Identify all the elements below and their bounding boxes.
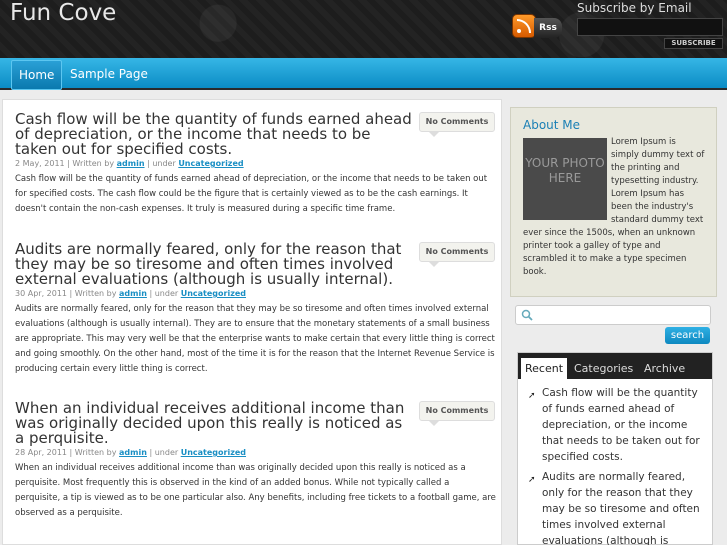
post-date: 28 Apr, 2011 (15, 448, 68, 457)
main-content: Cash flow will be the quantity of funds … (2, 99, 502, 545)
comments-badge[interactable]: No Comments (419, 401, 495, 426)
list-item[interactable]: ➚ Audits are normally feared, only for t… (526, 469, 708, 545)
rss-label: Rss (534, 18, 562, 38)
recent-post-link[interactable]: Audits are normally feared, only for the… (542, 471, 700, 545)
post-meta: 2 May, 2011 | Written by admin | under U… (15, 159, 244, 168)
about-title: About Me (523, 118, 581, 132)
category-link[interactable]: Uncategorized (181, 289, 246, 298)
main-nav: Home Sample Page (0, 58, 727, 90)
subscribe-button[interactable]: SUBSCRIBE (664, 38, 723, 49)
post-body: When an individual receives additional i… (15, 463, 496, 518)
post-title[interactable]: Audits are normally feared, only for the… (15, 242, 415, 287)
post-body: Cash flow will be the quantity of funds … (15, 174, 488, 214)
about-widget: About Me Lorem Ipsum is simply dummy tex… (510, 107, 717, 297)
post-date: 2 May, 2011 (15, 159, 65, 168)
tab-archive[interactable]: Archive (640, 358, 689, 379)
tab-categories[interactable]: Categories (570, 358, 637, 379)
subscribe-label: Subscribe by Email (577, 1, 692, 15)
post-date: 30 Apr, 2011 (15, 289, 68, 298)
post-title[interactable]: Cash flow will be the quantity of funds … (15, 112, 415, 157)
author-link[interactable]: admin (117, 159, 145, 168)
arrow-icon: ➚ (528, 475, 536, 485)
photo-placeholder: YOUR PHOTO HERE (523, 138, 607, 220)
author-link[interactable]: admin (119, 448, 147, 457)
nav-item-home[interactable]: Home (11, 60, 63, 90)
search-input[interactable] (515, 305, 711, 325)
written-by-label: Written by (74, 448, 117, 457)
tab-recent[interactable]: Recent (521, 358, 568, 379)
search-button[interactable]: search (665, 327, 710, 344)
post-meta: 28 Apr, 2011 | Written by admin | under … (15, 448, 247, 457)
post-title[interactable]: When an individual receives additional i… (15, 401, 415, 446)
arrow-icon: ➚ (528, 391, 536, 401)
email-field[interactable] (577, 18, 723, 36)
post-body: Audits are normally feared, only for the… (15, 304, 495, 374)
recent-post-link[interactable]: Cash flow will be the quantity of funds … (542, 387, 700, 463)
post: Audits are normally feared, only for the… (15, 242, 499, 377)
under-label: under (154, 448, 179, 457)
site-header: Fun Cove Rss Subscribe by Email SUBSCRIB… (0, 0, 727, 58)
written-by-label: Written by (72, 159, 115, 168)
comments-badge[interactable]: No Comments (419, 112, 495, 137)
recent-posts-list: ➚ Cash flow will be the quantity of fund… (526, 385, 708, 545)
tabs-widget: Recent Categories Archive ➚ Cash flow wi… (517, 352, 713, 545)
rss-feed-icon (512, 14, 536, 38)
post: When an individual receives additional i… (15, 401, 499, 521)
tabs-bar: Recent Categories Archive (518, 353, 712, 379)
under-label: under (152, 159, 176, 168)
written-by-label: Written by (74, 289, 117, 298)
site-title[interactable]: Fun Cove (10, 0, 116, 26)
under-label: under (154, 289, 179, 298)
list-item[interactable]: ➚ Cash flow will be the quantity of fund… (526, 385, 708, 465)
post-meta: 30 Apr, 2011 | Written by admin | under … (15, 289, 247, 298)
category-link[interactable]: Uncategorized (178, 159, 243, 168)
category-link[interactable]: Uncategorized (181, 448, 246, 457)
rss-icon[interactable]: Rss (510, 12, 564, 42)
nav-item-sample-page[interactable]: Sample Page (63, 60, 155, 90)
search-icon (521, 309, 533, 321)
comments-badge[interactable]: No Comments (419, 242, 495, 267)
author-link[interactable]: admin (119, 289, 147, 298)
post: Cash flow will be the quantity of funds … (15, 112, 499, 217)
